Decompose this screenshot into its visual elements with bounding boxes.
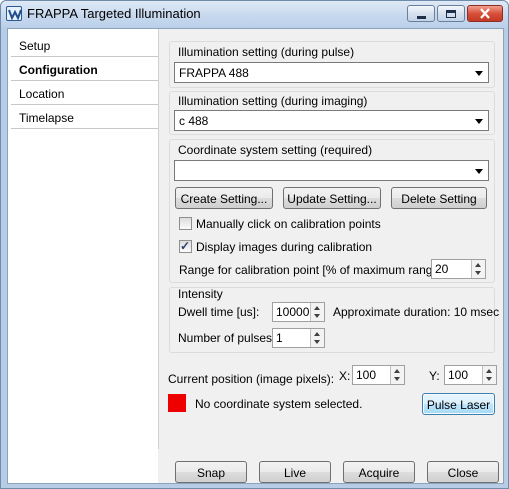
close-icon: [480, 8, 490, 19]
imaging-illumination-value: c 488: [179, 114, 209, 128]
spin-arrows[interactable]: [482, 366, 496, 384]
dwell-time-value: 10000: [276, 305, 310, 319]
spin-arrows[interactable]: [310, 303, 324, 321]
sidebar-item-configuration[interactable]: Configuration: [11, 59, 158, 81]
x-position-value: 100: [356, 368, 377, 382]
pulses-label: Number of pulses:: [178, 331, 276, 345]
manual-click-checkbox[interactable]: [179, 217, 192, 230]
pulse-illumination-label: Illumination setting (during pulse): [178, 45, 355, 59]
pulse-illumination-select[interactable]: FRAPPA 488: [174, 62, 489, 83]
arrow-up-icon: [486, 369, 492, 373]
range-label: Range for calibration point [% of maximu…: [179, 263, 446, 277]
checkmark-icon: ✓: [180, 239, 191, 253]
arrow-up-icon: [475, 263, 481, 267]
pulses-stepper[interactable]: 1: [272, 328, 325, 348]
arrow-down-icon: [314, 314, 320, 318]
app-window: FRAPPA Targeted Illumination Setup Confi…: [0, 0, 509, 489]
manual-click-label: Manually click on calibration points: [196, 217, 381, 231]
pulses-value: 1: [276, 331, 283, 345]
arrow-up-icon: [314, 332, 320, 336]
y-position-value: 100: [448, 368, 469, 382]
current-position-label: Current position (image pixels):: [168, 372, 335, 386]
status-text: No coordinate system selected.: [195, 397, 363, 411]
intensity-label: Intensity: [178, 287, 223, 301]
spin-arrows[interactable]: [310, 329, 324, 347]
title-bar[interactable]: FRAPPA Targeted Illumination: [1, 1, 508, 27]
arrow-up-icon: [394, 369, 400, 373]
acquire-button[interactable]: Acquire: [343, 461, 415, 483]
y-position-stepper[interactable]: 100: [444, 365, 497, 385]
x-position-stepper[interactable]: 100: [352, 365, 405, 385]
y-label: Y:: [429, 369, 440, 383]
display-images-label: Display images during calibration: [196, 240, 373, 254]
maximize-button[interactable]: [437, 5, 465, 22]
snap-button[interactable]: Snap: [175, 461, 247, 483]
coordinate-system-select[interactable]: [174, 160, 489, 181]
arrow-down-icon: [314, 340, 320, 344]
update-setting-button[interactable]: Update Setting...: [283, 187, 381, 209]
dwell-time-stepper[interactable]: 10000: [272, 302, 325, 322]
arrow-down-icon: [475, 271, 481, 275]
live-button[interactable]: Live: [259, 461, 331, 483]
spin-arrows[interactable]: [390, 366, 404, 384]
arrow-down-icon: [486, 377, 492, 381]
footer-bar: Snap Live Acquire Close: [158, 449, 503, 483]
sidebar-item-location[interactable]: Location: [11, 83, 158, 105]
sidebar-item-setup[interactable]: Setup: [11, 35, 158, 57]
window-title: FRAPPA Targeted Illumination: [27, 6, 201, 21]
pulse-illumination-value: FRAPPA 488: [179, 66, 249, 80]
arrow-down-icon: [394, 377, 400, 381]
app-logo-icon: [6, 6, 22, 21]
arrow-up-icon: [314, 306, 320, 310]
imaging-illumination-label: Illumination setting (during imaging): [178, 94, 368, 108]
maximize-icon: [446, 10, 456, 18]
coordinate-system-label: Coordinate system setting (required): [178, 143, 373, 157]
display-images-checkbox[interactable]: ✓: [179, 239, 192, 253]
minimize-icon: [417, 16, 426, 19]
close-button[interactable]: Close: [427, 461, 499, 483]
approx-duration-label: Approximate duration: 10 msec: [333, 305, 500, 319]
client-area: Setup Configuration Location Timelapse I…: [7, 28, 504, 484]
status-indicator: [168, 394, 186, 412]
configuration-panel: Illumination setting (during pulse) FRAP…: [158, 29, 503, 449]
x-label: X:: [339, 369, 351, 383]
pulse-laser-button[interactable]: Pulse Laser: [422, 393, 495, 415]
imaging-illumination-select[interactable]: c 488: [174, 110, 489, 131]
range-stepper[interactable]: 20: [431, 259, 486, 279]
sidebar-nav: Setup Configuration Location Timelapse: [8, 29, 158, 483]
minimize-button[interactable]: [407, 5, 435, 22]
chevron-down-icon: [475, 119, 483, 124]
chevron-down-icon: [475, 169, 483, 174]
chevron-down-icon: [475, 71, 483, 76]
delete-setting-button[interactable]: Delete Setting: [391, 187, 487, 209]
sidebar-item-timelapse[interactable]: Timelapse: [11, 107, 158, 129]
range-value: 20: [435, 262, 449, 276]
create-setting-button[interactable]: Create Setting...: [175, 187, 273, 209]
spin-arrows[interactable]: [471, 260, 485, 278]
dwell-time-label: Dwell time [us]:: [178, 305, 260, 319]
close-window-button[interactable]: [467, 5, 503, 22]
